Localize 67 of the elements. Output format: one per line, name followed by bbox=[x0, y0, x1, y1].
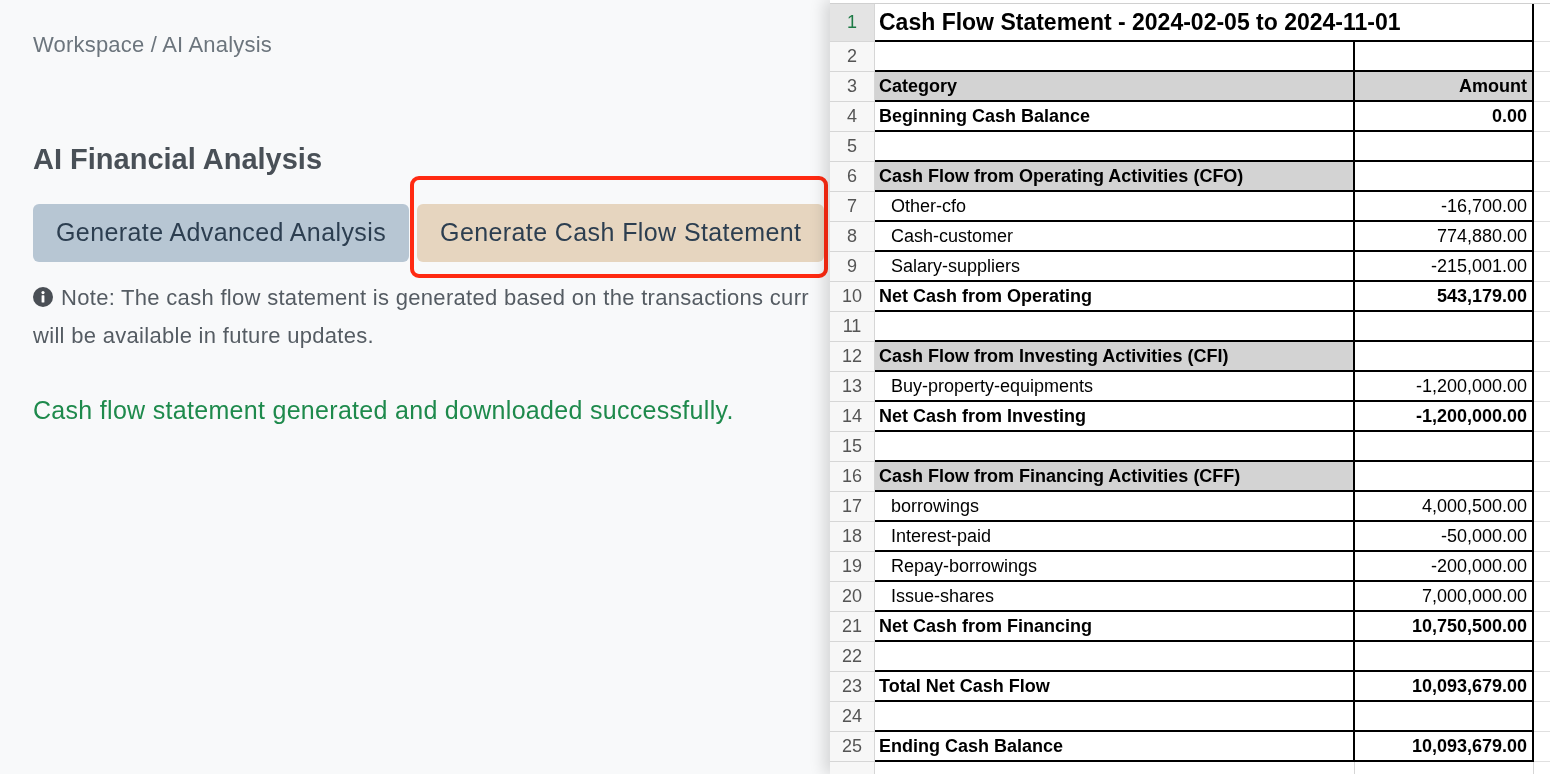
table-cell: Other-cfo bbox=[875, 192, 1355, 222]
row-number: 11 bbox=[830, 312, 875, 342]
row-number: 14 bbox=[830, 402, 875, 432]
table-cell: Cash-customer bbox=[875, 222, 1355, 252]
row-number: 9 bbox=[830, 252, 875, 282]
row-number: 7 bbox=[830, 192, 875, 222]
table-cell: Net Cash from Operating bbox=[875, 282, 1355, 312]
table-cell: -1,200,000.00 bbox=[1355, 402, 1534, 432]
row-number: 10 bbox=[830, 282, 875, 312]
note-text: will be available in future updates. bbox=[33, 321, 374, 350]
row-number: 8 bbox=[830, 222, 875, 252]
table-cell: Issue-shares bbox=[875, 582, 1355, 612]
row-number: 3 bbox=[830, 72, 875, 102]
column-header: Category bbox=[875, 72, 1355, 102]
row-number: 15 bbox=[830, 432, 875, 462]
table-cell: 774,880.00 bbox=[1355, 222, 1534, 252]
table-cell: Salary-suppliers bbox=[875, 252, 1355, 282]
table-cell: borrowings bbox=[875, 492, 1355, 522]
table-cell: 0.00 bbox=[1355, 102, 1534, 132]
table-cell: -16,700.00 bbox=[1355, 192, 1534, 222]
generate-button[interactable]: Generate Cash Flow Statement bbox=[417, 204, 825, 262]
row-number: 16 bbox=[830, 462, 875, 492]
table-cell: 7,000,000.00 bbox=[1355, 582, 1534, 612]
column-header: Amount bbox=[1355, 72, 1534, 102]
table-cell: -215,001.00 bbox=[1355, 252, 1534, 282]
row-number: 12 bbox=[830, 342, 875, 372]
row-number: 17 bbox=[830, 492, 875, 522]
row-number: 1 bbox=[830, 4, 875, 42]
table-cell: Buy-property-equipments bbox=[875, 372, 1355, 402]
table-cell: Total Net Cash Flow bbox=[875, 672, 1355, 702]
row-number: 23 bbox=[830, 672, 875, 702]
row-number: 25 bbox=[830, 732, 875, 762]
row-number: 20 bbox=[830, 582, 875, 612]
table-cell: 10,093,679.00 bbox=[1355, 672, 1534, 702]
table-cell: 10,750,500.00 bbox=[1355, 612, 1534, 642]
row-number: 22 bbox=[830, 642, 875, 672]
table-cell: -200,000.00 bbox=[1355, 552, 1534, 582]
table-cell: 543,179.00 bbox=[1355, 282, 1534, 312]
row-number: 18 bbox=[830, 522, 875, 552]
row-number: 24 bbox=[830, 702, 875, 732]
table-cell: Net Cash from Investing bbox=[875, 402, 1355, 432]
row-number: 5 bbox=[830, 132, 875, 162]
generate-button[interactable]: Generate Advanced Analysis bbox=[33, 204, 410, 262]
page-heading: AI Financial Analysis bbox=[33, 142, 323, 176]
row-number: 13 bbox=[830, 372, 875, 402]
table-cell: Repay-borrowings bbox=[875, 552, 1355, 582]
table-cell: Beginning Cash Balance bbox=[875, 102, 1355, 132]
section-header: Cash Flow from Financing Activities (CFF) bbox=[875, 462, 1355, 492]
note-text: Note: The cash flow statement is generated based on the transactions curr bbox=[61, 283, 809, 312]
table-cell: 10,093,679.00 bbox=[1355, 732, 1534, 762]
table-cell: Ending Cash Balance bbox=[875, 732, 1355, 762]
success-message: Cash flow statement generated and downloaded successfully. bbox=[33, 395, 734, 425]
table-cell: Interest-paid bbox=[875, 522, 1355, 552]
table-cell: -50,000.00 bbox=[1355, 522, 1534, 552]
table-cell: -1,200,000.00 bbox=[1355, 372, 1534, 402]
section-header: Cash Flow from Operating Activities (CFO) bbox=[875, 162, 1355, 192]
section-header: Cash Flow from Investing Activities (CFI) bbox=[875, 342, 1355, 372]
sheet-title: Cash Flow Statement - 2024-02-05 to 2024-11-01 bbox=[875, 4, 1534, 42]
row-number: 6 bbox=[830, 162, 875, 192]
row-number: 4 bbox=[830, 102, 875, 132]
row-number: 21 bbox=[830, 612, 875, 642]
row-number: 2 bbox=[830, 42, 875, 72]
table-cell: 4,000,500.00 bbox=[1355, 492, 1534, 522]
row-number: 19 bbox=[830, 552, 875, 582]
table-cell: Net Cash from Financing bbox=[875, 612, 1355, 642]
breadcrumb: Workspace / AI Analysis bbox=[33, 32, 272, 58]
info-icon bbox=[33, 287, 53, 307]
